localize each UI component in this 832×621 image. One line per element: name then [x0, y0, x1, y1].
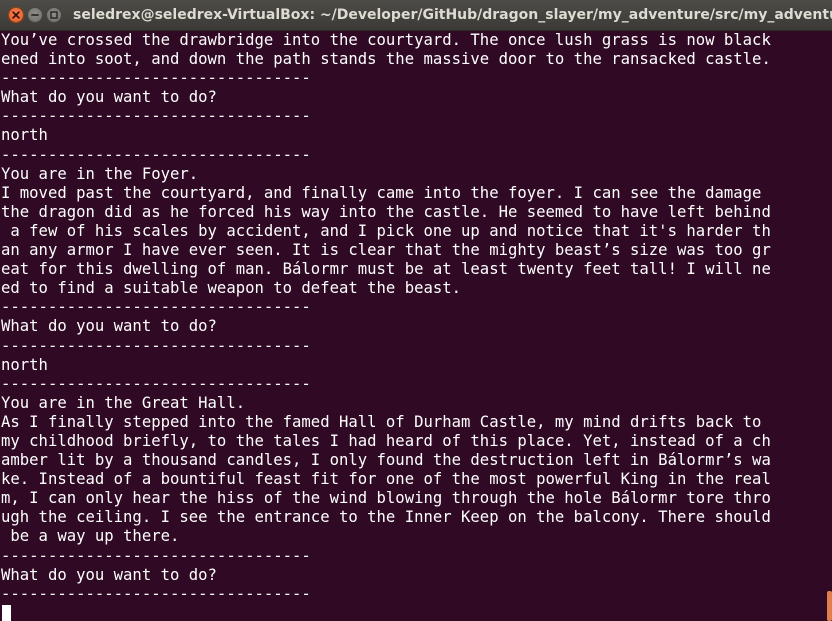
- terminal-line: ugh the ceiling. I see the entrance to t…: [1, 508, 771, 527]
- terminal-line: ---------------------------------: [1, 69, 311, 88]
- terminal-line: ke. Instead of a bountiful feast fit for…: [1, 470, 771, 489]
- terminal-line: ---------------------------------: [1, 107, 311, 126]
- terminal-line: You are in the Great Hall.: [1, 393, 246, 412]
- title-bar[interactable]: seledrex@seledrex-VirtualBox: ~/Develope…: [0, 0, 832, 31]
- terminal-line: ---------------------------------: [1, 298, 311, 317]
- terminal-line: be a way up there.: [1, 527, 180, 546]
- terminal-line: ---------------------------------: [1, 336, 311, 355]
- text-cursor: [2, 604, 11, 621]
- terminal-line: ened into soot, and down the path stands…: [1, 50, 771, 69]
- scroll-thumb[interactable]: [827, 591, 832, 621]
- terminal-window: seledrex@seledrex-VirtualBox: ~/Develope…: [0, 0, 832, 621]
- terminal-line: What do you want to do?: [1, 88, 217, 107]
- window-title: seledrex@seledrex-VirtualBox: ~/Develope…: [73, 7, 832, 23]
- terminal-line: eat for this dwelling of man. Bálormr mu…: [1, 260, 771, 279]
- terminal-line: an any armor I have ever seen. It is cle…: [1, 241, 771, 260]
- terminal-line: m, I can only hear the hiss of the wind …: [1, 489, 771, 508]
- terminal-line: ---------------------------------: [1, 546, 311, 565]
- terminal-line: You’ve crossed the drawbridge into the c…: [1, 31, 771, 49]
- terminal-line: What do you want to do?: [1, 565, 217, 584]
- maximize-icon[interactable]: [46, 7, 62, 23]
- terminal-line: What do you want to do?: [1, 317, 217, 336]
- terminal-line: You are in the Foyer.: [1, 164, 199, 183]
- close-icon[interactable]: [8, 7, 24, 23]
- minimize-icon[interactable]: [27, 7, 43, 23]
- scrollbar[interactable]: [826, 31, 832, 621]
- terminal-line: ---------------------------------: [1, 374, 311, 393]
- terminal-line: north: [1, 355, 48, 374]
- terminal-line: ---------------------------------: [1, 584, 311, 603]
- prompt-line[interactable]: [0, 604, 826, 621]
- terminal-line: As I finally stepped into the famed Hall…: [1, 412, 762, 431]
- terminal-line: ed to find a suitable weapon to defeat t…: [1, 279, 462, 298]
- terminal-output[interactable]: You’ve crossed the drawbridge into the c…: [0, 31, 826, 621]
- terminal-line: my childhood briefly, to the tales I had…: [1, 431, 771, 450]
- terminal-line: north: [1, 126, 48, 145]
- terminal-line: ---------------------------------: [1, 145, 311, 164]
- terminal-line: a few of his scales by accident, and I p…: [1, 221, 771, 240]
- terminal-line: amber lit by a thousand candles, I only …: [1, 451, 771, 470]
- terminal-line: the dragon did as he forced his way into…: [1, 202, 771, 221]
- terminal-line: I moved past the courtyard, and finally …: [1, 183, 762, 202]
